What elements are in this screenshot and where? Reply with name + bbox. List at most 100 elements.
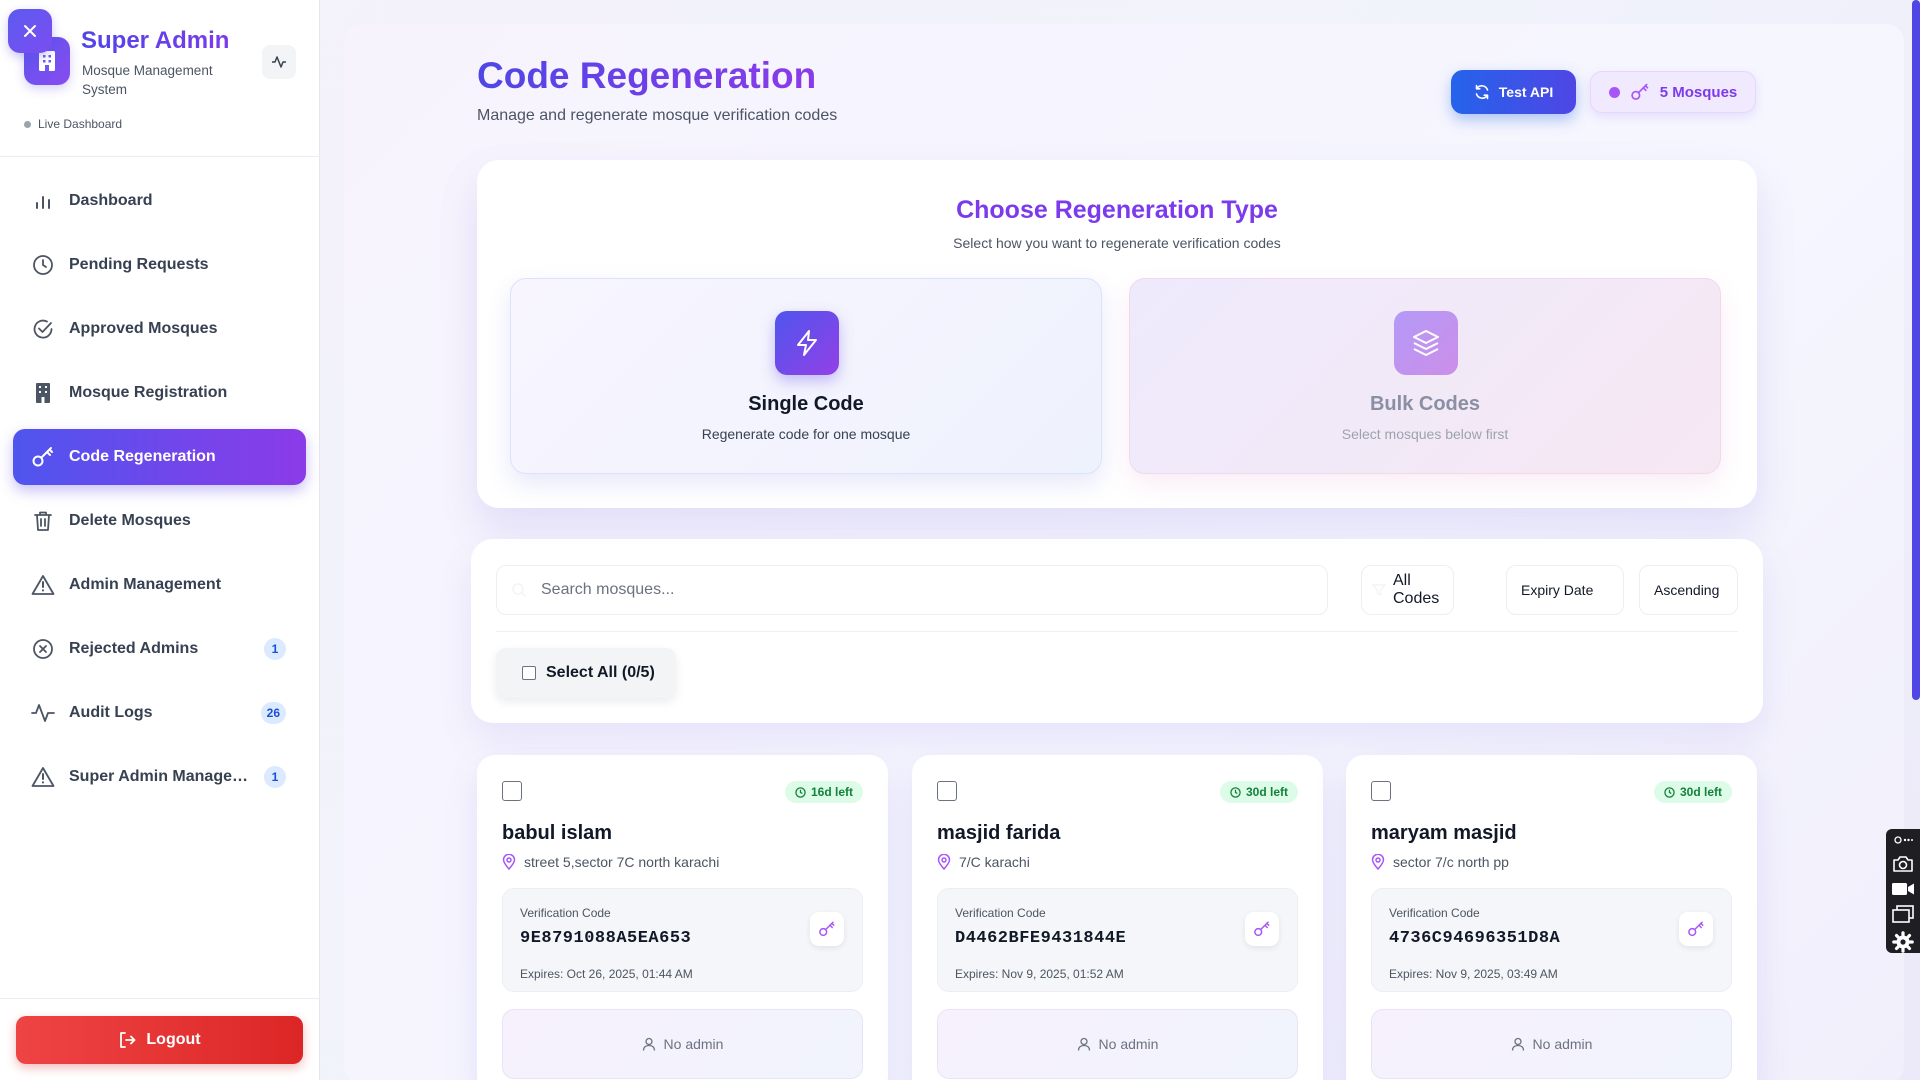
test-api-label: Test API (1498, 84, 1554, 100)
regeneration-type-card: Choose Regeneration Type Select how you … (477, 160, 1757, 508)
status-dot (1608, 86, 1620, 98)
mosque-count-label: 5 Mosques (1659, 83, 1738, 101)
sidebar-item-code-regeneration[interactable]: Code Regeneration (13, 429, 306, 485)
select-all-checkbox[interactable] (522, 666, 536, 680)
logout-icon (120, 1032, 136, 1048)
status-dot (24, 120, 31, 128)
sidebar-item-approved-mosques[interactable]: Approved Mosques (13, 301, 306, 357)
warning-icon (31, 765, 55, 789)
mosque-address-text: street 5,sector 7C north karachi (524, 854, 720, 870)
sidebar-item-audit-logs[interactable]: Audit Logs 26 (13, 685, 306, 741)
warning-icon (31, 573, 55, 597)
refresh-icon (1475, 84, 1489, 100)
verification-code: D4462BFE9431844E (955, 929, 1127, 948)
sort-order-value: Ascending (1654, 582, 1720, 598)
clock-icon (1230, 786, 1241, 798)
brand-subtitle: Mosque Management System (82, 63, 213, 97)
admin-status-box: No admin (937, 1009, 1298, 1079)
key-icon (1630, 83, 1649, 100)
page-scrollbar[interactable] (1912, 0, 1920, 700)
sidebar-item-label: Super Admin Managem... (69, 768, 259, 785)
live-status: Live Dashboard (24, 117, 122, 131)
mosque-name: masjid farida (937, 822, 1061, 844)
regenerate-code-button[interactable] (1245, 912, 1279, 946)
mosque-address-text: sector 7/c north pp (1393, 854, 1509, 870)
sidebar-item-label: Audit Logs (69, 704, 153, 721)
video-camera-icon[interactable] (1891, 881, 1915, 897)
sidebar-item-admin-management[interactable]: Admin Management (13, 557, 306, 613)
window-capture-icon[interactable] (1891, 905, 1915, 923)
location-pin-icon (937, 854, 951, 870)
verification-code: 4736C94696351D8A (1389, 929, 1561, 948)
code-expiry: Expires: Nov 9, 2025, 01:52 AM (955, 967, 1124, 981)
verification-code-box: Verification Code D4462BFE9431844E Expir… (937, 888, 1298, 992)
regenerate-code-button[interactable] (1679, 912, 1713, 946)
single-code-option[interactable]: Single Code Regenerate code for one mosq… (510, 278, 1102, 474)
sidebar-item-delete-mosques[interactable]: Delete Mosques (13, 493, 306, 549)
select-all-button[interactable]: Select All (0/5) (496, 648, 676, 698)
mosque-card: 30d left masjid farida 7/C karachi Verif… (912, 755, 1323, 1080)
bar-chart-icon (31, 189, 55, 213)
codes-filter-value: All Codes (1393, 572, 1440, 607)
expiry-badge: 16d left (784, 781, 863, 803)
live-label: Live Dashboard (38, 117, 123, 131)
sidebar-item-rejected-admins[interactable]: Rejected Admins 1 (13, 621, 306, 677)
expiry-badge: 30d left (1219, 781, 1298, 803)
admin-status-label: No admin (663, 1036, 724, 1052)
mosque-select-checkbox[interactable] (502, 781, 522, 801)
search-input[interactable] (541, 581, 1301, 599)
sort-order-select[interactable]: Ascending (1639, 565, 1738, 615)
close-sidebar-button[interactable] (8, 9, 52, 53)
mosque-address-text: 7/C karachi (959, 854, 1030, 870)
section-title: Choose Regeneration Type (956, 196, 1278, 224)
option-subtitle: Select mosques below first (1341, 426, 1509, 442)
test-api-button[interactable]: Test API (1451, 70, 1576, 114)
sidebar-item-label: Code Regeneration (69, 448, 216, 465)
mosque-select-checkbox[interactable] (1371, 781, 1391, 801)
expiry-badge: 30d left (1653, 781, 1732, 803)
code-expiry: Expires: Nov 9, 2025, 03:49 AM (1389, 967, 1558, 981)
layers-icon (1394, 311, 1458, 375)
section-subtitle: Select how you want to regenerate verifi… (953, 235, 1281, 251)
code-label: Verification Code (955, 906, 1046, 920)
expiry-badge-label: 30d left (1245, 785, 1288, 799)
mosque-address: street 5,sector 7C north karachi (502, 854, 719, 870)
user-icon (642, 1037, 655, 1051)
sidebar-item-pending-requests[interactable]: Pending Requests (13, 237, 306, 293)
sidebar-item-label: Pending Requests (69, 256, 209, 273)
logout-button[interactable]: Logout (16, 1016, 303, 1064)
code-expiry: Expires: Oct 26, 2025, 01:44 AM (520, 967, 693, 981)
user-icon (1077, 1037, 1090, 1051)
filter-icon (1372, 583, 1386, 597)
camera-icon[interactable] (1891, 855, 1915, 873)
settings-gear-icon[interactable] (1891, 931, 1915, 953)
more-options-icon[interactable] (1891, 833, 1915, 847)
logout-label: Logout (146, 1031, 201, 1048)
option-subtitle: Regenerate code for one mosque (701, 426, 911, 442)
user-icon (1511, 1037, 1524, 1051)
mosque-select-checkbox[interactable] (937, 781, 957, 801)
regenerate-code-button[interactable] (810, 912, 844, 946)
page-subtitle: Manage and regenerate mosque verificatio… (477, 107, 838, 124)
verification-code-box: Verification Code 4736C94696351D8A Expir… (1371, 888, 1732, 992)
expiry-badge-label: 30d left (1679, 785, 1722, 799)
sidebar-item-label: Rejected Admins (69, 640, 199, 657)
check-circle-icon (31, 317, 55, 341)
key-icon (1254, 921, 1270, 937)
sidebar-item-label: Mosque Registration (69, 384, 228, 401)
codes-filter-select[interactable]: All Codes (1361, 565, 1454, 615)
option-title: Single Code (748, 393, 864, 415)
activity-toggle-button[interactable] (262, 45, 296, 79)
sidebar-item-mosque-registration[interactable]: Mosque Registration (13, 365, 306, 421)
sort-by-select[interactable]: Expiry Date (1506, 565, 1624, 615)
clock-icon (795, 786, 806, 798)
trash-icon (31, 509, 55, 533)
capture-toolbar (1886, 829, 1920, 953)
sidebar-item-super-admin-management[interactable]: Super Admin Managem... 1 (13, 749, 306, 805)
key-icon (31, 445, 55, 469)
bulk-codes-option[interactable]: Bulk Codes Select mosques below first (1129, 278, 1721, 474)
admin-status-label: No admin (1532, 1036, 1593, 1052)
mosque-card: 16d left babul islam street 5,sector 7C … (477, 755, 888, 1080)
expiry-badge-label: 16d left (810, 785, 853, 799)
sidebar-item-dashboard[interactable]: Dashboard (13, 173, 306, 229)
